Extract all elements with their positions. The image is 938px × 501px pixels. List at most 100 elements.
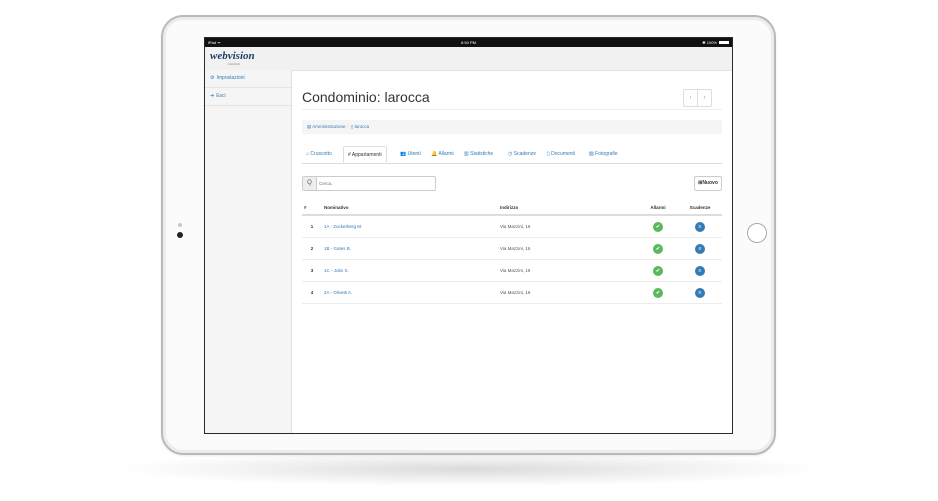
prev-button[interactable]: ‹ xyxy=(684,90,697,106)
sidebar-item-impostazioni[interactable]: ⚙ Impostazioni xyxy=(205,70,291,88)
col-header-allarmi[interactable]: Allarmi xyxy=(638,200,678,216)
battery-indicator: ✱ 100% xyxy=(702,38,729,47)
breadcrumb-separator: / xyxy=(347,124,349,129)
row-address: Via Mazzini, 16 xyxy=(498,215,638,238)
sidebar-item-esci[interactable]: ➜ Esci xyxy=(205,88,291,106)
table-row: 4 2A - Olivetti A. Via Mazzini, 16 ✔ ≡ xyxy=(302,281,722,304)
search-input[interactable] xyxy=(319,179,429,188)
brand-logo[interactable]: webvision CALDAN xyxy=(210,50,255,67)
status-bar: iPad ᯤ 6:50 PM ✱ 100% xyxy=(205,38,732,47)
device-shadow xyxy=(120,452,820,486)
battery-label: ✱ 100% xyxy=(702,40,717,45)
new-button[interactable]: ⊞Nuovo xyxy=(694,176,722,191)
breadcrumb-item-larocca[interactable]: ▯ larocca xyxy=(351,124,369,129)
sidebar: ⚙ Impostazioni ➜ Esci xyxy=(205,70,292,433)
col-header-scadenze[interactable]: Scadenze xyxy=(678,200,722,216)
battery-icon xyxy=(719,41,729,45)
col-header-nominativo[interactable]: Nominativo xyxy=(322,200,498,216)
row-number: 1 xyxy=(302,215,322,238)
bell-icon: 🔔 xyxy=(431,151,438,157)
apartments-table: # Nominativo Indirizzo Allarmi Scadenze … xyxy=(302,200,722,304)
table-row: 2 1B - Gates B. Via Mazzini, 16 ✔ ≡ xyxy=(302,237,722,260)
sign-out-icon: ➜ xyxy=(210,93,215,99)
row-address: Via Mazzini, 16 xyxy=(498,281,638,304)
tab-cruscotto[interactable]: ⌂ Cruscotto xyxy=(306,146,332,163)
top-navbar: webvision CALDAN xyxy=(205,47,732,71)
sidebar-item-label: Esci xyxy=(216,93,226,99)
list-icon[interactable]: ≡ xyxy=(695,221,705,232)
col-header-num: # xyxy=(302,200,322,216)
bar-chart-icon: ▥ xyxy=(464,151,469,157)
row-alarm-cell: ✔ xyxy=(638,259,678,282)
users-icon: 👥 xyxy=(400,151,407,157)
sidebar-item-label: Impostazioni xyxy=(216,75,245,81)
row-due-cell: ≡ xyxy=(678,215,722,238)
row-alarm-cell: ✔ xyxy=(638,281,678,304)
col-header-indirizzo[interactable]: Indirizzo xyxy=(498,200,638,216)
tab-scadenze[interactable]: ◷ Scadenze xyxy=(508,146,536,163)
breadcrumb: ▤ Amministrazione / ▯ larocca xyxy=(302,120,722,134)
row-name-link[interactable]: 1B - Gates B. xyxy=(322,237,498,260)
check-icon[interactable]: ✔ xyxy=(653,265,663,276)
logo-text: webvision xyxy=(210,50,255,62)
check-icon[interactable]: ✔ xyxy=(653,287,663,298)
row-name-link[interactable]: 2A - Olivetti A. xyxy=(322,281,498,304)
tab-utenti[interactable]: 👥 Utenti xyxy=(400,146,421,163)
bank-icon: ▤ xyxy=(307,124,312,129)
tab-appartamenti[interactable]: # Appartamenti xyxy=(343,146,387,163)
tab-allarmi[interactable]: 🔔 Allarmi xyxy=(431,146,454,163)
gears-icon: ⚙ xyxy=(210,75,215,81)
tab-label: Scadenze xyxy=(513,151,537,157)
tab-label: Utenti xyxy=(407,151,421,157)
hashtag-icon: # xyxy=(348,152,351,158)
tab-label: Allarmi xyxy=(438,151,454,157)
row-due-cell: ≡ xyxy=(678,281,722,304)
home-button[interactable] xyxy=(747,223,767,243)
new-button-label: Nuovo xyxy=(702,180,718,186)
row-address: Via Mazzini, 16 xyxy=(498,237,638,260)
tab-fotografie[interactable]: ▨ Fotografie xyxy=(589,146,618,163)
row-alarm-cell: ✔ xyxy=(638,237,678,260)
table-row: 3 1C - Jobs S. Via Mazzini, 16 ✔ ≡ xyxy=(302,259,722,282)
building-icon: ▯ xyxy=(350,124,354,129)
table-row: 1 1A - Zuckerberg M. Via Mazzini, 16 ✔ ≡ xyxy=(302,215,722,238)
next-button[interactable]: › xyxy=(697,90,711,106)
logo-subtext: CALDAN xyxy=(228,62,241,66)
breadcrumb-label: larocca xyxy=(354,124,370,129)
breadcrumb-item-amministrazione[interactable]: ▤ Amministrazione xyxy=(307,124,346,129)
row-alarm-cell: ✔ xyxy=(638,215,678,238)
clock-icon: ◷ xyxy=(508,151,513,157)
tab-label: Fotografie xyxy=(595,151,618,157)
search-icon: Q xyxy=(303,177,317,190)
row-name-link[interactable]: 1A - Zuckerberg M. xyxy=(322,215,498,238)
sensor-dot xyxy=(178,223,182,227)
row-number: 3 xyxy=(302,259,322,282)
row-due-cell: ≡ xyxy=(678,259,722,282)
page-header: Condominio: larocca ‹ › xyxy=(302,89,722,110)
tab-bar: ⌂ Cruscotto # Appartamenti 👥 Utenti 🔔 Al… xyxy=(302,146,722,164)
row-due-cell: ≡ xyxy=(678,237,722,260)
list-icon[interactable]: ≡ xyxy=(695,265,705,276)
screen: iPad ᯤ 6:50 PM ✱ 100% webvision CALDAN ⚙… xyxy=(204,37,733,434)
row-address: Via Mazzini, 16 xyxy=(498,259,638,282)
clock: 6:50 PM xyxy=(461,40,476,45)
front-camera xyxy=(177,232,183,238)
tab-label: Documenti xyxy=(551,151,576,157)
tab-documenti[interactable]: ▯ Documenti xyxy=(547,146,575,163)
row-name-link[interactable]: 1C - Jobs S. xyxy=(322,259,498,282)
list-icon[interactable]: ≡ xyxy=(695,243,705,254)
tab-label: Cruscotto xyxy=(310,151,332,157)
check-icon[interactable]: ✔ xyxy=(653,243,663,254)
pager: ‹ › xyxy=(683,89,712,107)
tab-label: Statistiche xyxy=(470,151,494,157)
row-number: 2 xyxy=(302,237,322,260)
breadcrumb-label: Amministrazione xyxy=(312,124,346,129)
tab-statistiche[interactable]: ▥ Statistiche xyxy=(464,146,493,163)
image-icon: ▨ xyxy=(589,151,594,157)
file-icon: ▯ xyxy=(547,151,550,157)
tab-label: Appartamenti xyxy=(351,152,382,158)
list-icon[interactable]: ≡ xyxy=(695,287,705,298)
table-header-row: # Nominativo Indirizzo Allarmi Scadenze xyxy=(302,200,722,216)
check-icon[interactable]: ✔ xyxy=(653,221,663,232)
search-group: Q xyxy=(302,176,436,191)
